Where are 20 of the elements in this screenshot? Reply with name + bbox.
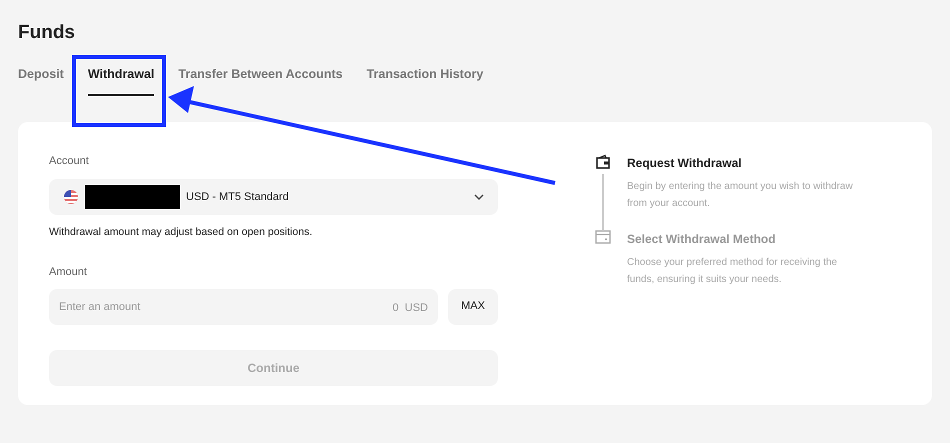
- account-label: Account: [49, 154, 90, 169]
- step-description: Choose your preferred method for receiving the funds, ensuring it suits your needs.: [627, 256, 838, 287]
- tab[interactable]: Transaction History: [366, 65, 484, 96]
- card-icon: [595, 230, 611, 244]
- account-value: USD - MT5 Standard: [186, 190, 290, 205]
- flag-icon: [63, 189, 79, 206]
- max-button[interactable]: MAX: [448, 288, 498, 324]
- currency-suffix: 0 USD: [392, 300, 428, 316]
- wallet-icon: [595, 154, 611, 170]
- page-title: Funds: [18, 21, 76, 45]
- account-select[interactable]: USD - MT5 Standard: [49, 179, 498, 216]
- step-title: Select Withdrawal Method: [627, 230, 777, 248]
- tab[interactable]: Withdrawal: [88, 65, 154, 96]
- tab[interactable]: Deposit: [18, 65, 64, 96]
- chevron-down-icon: [474, 194, 484, 200]
- note-text: Withdrawal amount may adjust based on open positions.: [49, 225, 314, 240]
- tab[interactable]: Transfer Between Accounts: [178, 65, 343, 96]
- step-title: Request Withdrawal: [627, 154, 743, 172]
- step-description: Begin by entering the amount you wish to withdraw from your account.: [627, 180, 854, 211]
- amount-label: Amount: [49, 265, 88, 280]
